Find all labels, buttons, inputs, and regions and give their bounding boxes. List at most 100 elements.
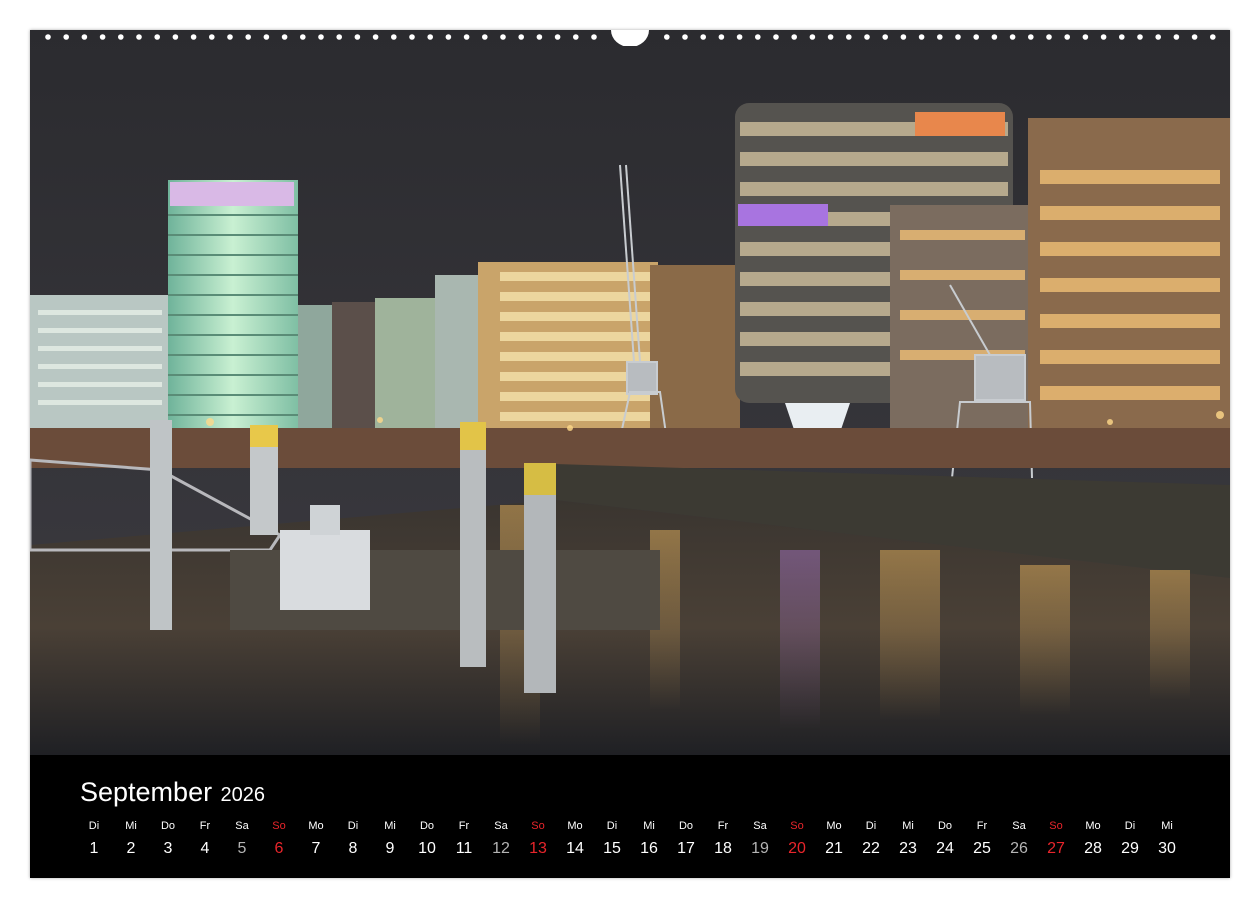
binding-hole (45, 34, 51, 40)
binding-hole (427, 34, 434, 40)
weekday-label: Do (937, 820, 953, 832)
binding-hole (1191, 34, 1198, 40)
binding-hole (463, 34, 470, 40)
binding-hole (682, 34, 688, 40)
weekday-label: Fr (717, 820, 729, 832)
binding-hole (1100, 34, 1107, 40)
calendar-day: Fr 18 (704, 819, 742, 859)
quay-promenade (30, 428, 1230, 468)
calendar-day: Sa 19 (741, 819, 779, 859)
binding-hole (63, 34, 69, 40)
weekday-label: Fr (458, 820, 470, 832)
binding-hole (209, 34, 215, 40)
weekday-label: Di (347, 820, 359, 832)
weekday-label: Do (419, 820, 435, 832)
binding-hole (154, 34, 160, 40)
binding-hole (1009, 34, 1016, 40)
binding-hole (336, 34, 343, 40)
binding-hole (791, 34, 797, 40)
weekday-label: Sa (753, 820, 767, 832)
binding-hole (1137, 34, 1143, 40)
calendar-day: Mo 7 (297, 819, 335, 859)
binding-hole (190, 34, 197, 40)
binding-hole (1210, 34, 1216, 40)
calendar-strip: September 2026 Di 1 Mi 2 Do 3 Fr 4 Sa 5 So 6 Mo 7 Di 8 M… (30, 755, 1230, 878)
binding-hole (664, 34, 670, 40)
binding-hole (718, 34, 725, 40)
weekday-label: Sa (494, 820, 508, 832)
binding-hole (318, 34, 324, 40)
binding-hole (1155, 34, 1161, 40)
weekday-label: So (1049, 820, 1063, 832)
weekday-label: So (790, 820, 804, 832)
glass-tower (168, 180, 298, 440)
binding-hole (573, 34, 579, 40)
binding-hole (391, 34, 397, 40)
binding-hole (955, 34, 961, 40)
calendar-day: Do 24 (926, 819, 964, 859)
binding-hole (700, 34, 706, 40)
calendar-day: Di 1 (75, 819, 113, 859)
day-number: 12 (492, 840, 510, 857)
binding-hole (736, 34, 743, 40)
binding-hole (445, 34, 452, 40)
calendar-day: So 27 (1037, 819, 1075, 859)
binding-hole (136, 34, 142, 40)
binding-hole (864, 34, 870, 40)
hanger-notch (611, 30, 649, 46)
binding-hole (300, 34, 306, 40)
binding-hole (372, 34, 379, 40)
day-number: 5 (237, 840, 247, 857)
day-number: 7 (311, 840, 321, 857)
weekday-label: Di (865, 820, 877, 832)
binding-hole (1064, 34, 1070, 40)
weekday-label: Di (1124, 820, 1136, 832)
calendar-day: Sa 26 (1000, 819, 1038, 859)
binding-hole (900, 34, 907, 40)
calendar-day: So 20 (778, 819, 816, 859)
binding-hole (227, 34, 233, 40)
day-number: 20 (788, 840, 806, 857)
binding-hole (482, 34, 488, 40)
day-number: 3 (163, 840, 173, 857)
binding-hole (973, 34, 979, 40)
weekday-label: So (272, 820, 286, 832)
day-number: 23 (899, 840, 917, 857)
day-number: 18 (714, 840, 732, 857)
day-number: 24 (936, 840, 954, 857)
calendar-day: Mi 16 (630, 819, 668, 859)
calendar-day: Di 15 (593, 819, 631, 859)
weekday-label: Di (606, 820, 618, 832)
binding-hole (591, 34, 597, 40)
binding-hole (991, 34, 998, 40)
day-number: 21 (825, 840, 843, 857)
binding-hole (1082, 34, 1089, 40)
day-number: 13 (529, 840, 547, 857)
weekday-label: Mo (308, 820, 324, 832)
day-number: 4 (200, 840, 210, 857)
binding-hole (99, 34, 106, 40)
binding-hole (518, 34, 524, 40)
weekday-label: Fr (199, 820, 211, 832)
day-number: 27 (1047, 840, 1065, 857)
calendar-page: September 2026 Di 1 Mi 2 Do 3 Fr 4 Sa 5 So 6 Mo 7 Di 8 M… (30, 30, 1230, 878)
day-number: 10 (418, 840, 436, 857)
binding-hole (118, 34, 124, 40)
calendar-day: Do 3 (149, 819, 187, 859)
binding-hole (354, 34, 361, 40)
day-number: 9 (385, 840, 395, 857)
calendar-days: Di 1 Mi 2 Do 3 Fr 4 Sa 5 So 6 Mo 7 Di 8 Mi 9 Do 10 Fr 11 Sa 12 S… (75, 819, 1195, 863)
weekday-label: So (531, 820, 545, 832)
office-building-left (30, 295, 170, 435)
calendar-title: September 2026 (80, 777, 265, 808)
building-small (298, 305, 334, 435)
binding-hole (536, 34, 543, 40)
calendar-day: Fr 4 (186, 819, 224, 859)
binding-hole (1028, 34, 1034, 40)
calendar-day: Mi 30 (1148, 819, 1186, 859)
calendar-day: Sa 12 (482, 819, 520, 859)
weekday-label: Sa (1012, 820, 1026, 832)
weekday-label: Mo (1085, 820, 1101, 832)
calendar-day: Di 29 (1111, 819, 1149, 859)
calendar-day: Mo 21 (815, 819, 853, 859)
